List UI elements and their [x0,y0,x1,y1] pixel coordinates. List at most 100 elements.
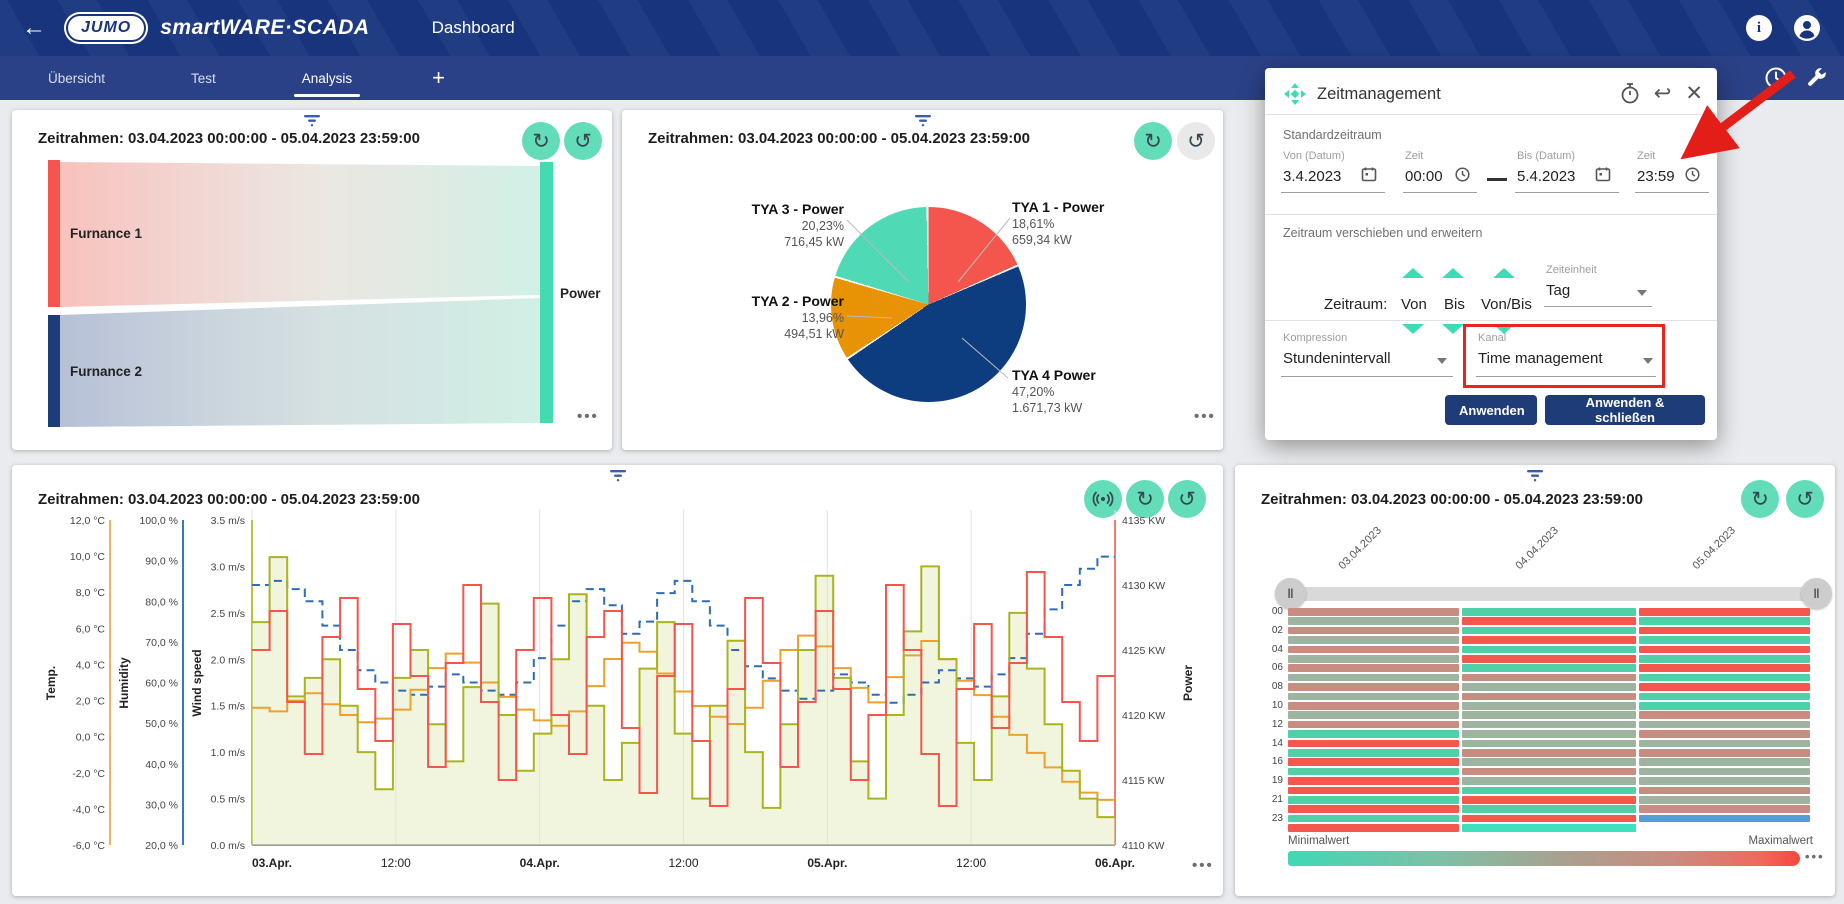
heatmap-cell[interactable] [1288,646,1459,654]
heatmap-cell[interactable] [1462,815,1636,823]
heatmap-cell[interactable] [1288,768,1459,776]
heatmap-cell[interactable] [1288,608,1459,616]
pie-chart[interactable] [831,207,1026,402]
history-button[interactable]: ↺ [1177,122,1215,160]
close-icon[interactable]: ✕ [1685,83,1703,104]
heatmap-cell[interactable] [1639,636,1810,644]
timer-icon[interactable] [1620,82,1640,104]
heatmap-cell[interactable] [1639,646,1810,654]
heatmap-cell[interactable] [1462,646,1636,654]
heatmap-cell[interactable] [1288,824,1459,832]
refresh-button[interactable]: ↻ [1134,122,1172,160]
info-icon[interactable]: i [1746,15,1772,41]
heatmap-cell[interactable] [1462,664,1636,672]
heatmap-cell[interactable] [1288,674,1459,682]
heatmap-cell[interactable] [1288,749,1459,757]
heatmap-cell[interactable] [1462,711,1636,719]
shift-vonbis-up-button[interactable] [1493,268,1515,278]
heatmap-cell[interactable] [1462,617,1636,625]
heatmap-cell[interactable] [1288,787,1459,795]
clock-icon[interactable] [1685,167,1700,182]
heatmap-cell[interactable] [1639,664,1810,672]
shift-von-up-button[interactable] [1402,268,1424,278]
filter-icon[interactable] [912,113,934,127]
heatmap-cell[interactable] [1639,796,1810,804]
kanal-select[interactable]: Time management [1478,350,1603,367]
heatmap-cell[interactable] [1462,627,1636,635]
calendar-icon[interactable] [1361,166,1377,182]
refresh-button[interactable]: ↻ [1741,480,1779,518]
bis-zeit-input[interactable]: 23:59 [1637,168,1675,185]
range-slider-handle-right[interactable]: ‖ [1801,578,1832,609]
heatmap-cell[interactable] [1288,664,1459,672]
bis-datum-input[interactable]: 5.4.2023 [1517,168,1575,185]
apply-button[interactable]: Anwenden [1445,395,1537,425]
chevron-down-icon[interactable] [1637,290,1647,296]
heatmap-cell[interactable] [1288,683,1459,691]
heatmap-cell[interactable] [1288,777,1459,785]
tab-analysis[interactable]: Analysis [294,56,360,100]
user-account-icon[interactable] [1794,15,1820,41]
heatmap-cell[interactable] [1462,636,1636,644]
sankey-node-power[interactable] [540,162,553,423]
heatmap-cell[interactable] [1639,693,1810,701]
heatmap-cell[interactable] [1288,617,1459,625]
heatmap-cell[interactable] [1288,711,1459,719]
heatmap-cell[interactable] [1462,683,1636,691]
heatmap-cell[interactable] [1462,730,1636,738]
heatmap-cell[interactable] [1639,740,1810,748]
heatmap-cell[interactable] [1462,805,1636,813]
heatmap-cell[interactable] [1639,711,1810,719]
range-slider-track[interactable] [1288,587,1817,601]
back-icon[interactable]: ← [22,14,46,42]
heatmap-cell[interactable] [1288,805,1459,813]
sankey-node-furnance2[interactable] [48,315,60,427]
heatmap-cell[interactable] [1462,721,1636,729]
sankey-node-furnance1[interactable] [48,160,60,307]
tab-test[interactable]: Test [183,56,224,100]
heatmap-cell[interactable] [1462,768,1636,776]
heatmap-cell[interactable] [1639,702,1810,710]
heatmap-cell[interactable] [1462,796,1636,804]
heatmap-cell[interactable] [1639,758,1810,766]
heatmap-cell[interactable] [1639,787,1810,795]
heatmap-cell[interactable] [1639,730,1810,738]
panel-menu-button[interactable]: ••• [1805,849,1825,864]
undo-icon[interactable]: ↩ [1654,83,1672,104]
tab-uebersicht[interactable]: Übersicht [40,56,113,100]
history-button[interactable]: ↺ [1786,480,1824,518]
heatmap-cell[interactable] [1639,683,1810,691]
heatmap-cell[interactable] [1462,693,1636,701]
heatmap-cell[interactable] [1288,758,1459,766]
shift-bis-up-button[interactable] [1442,268,1464,278]
shift-bis-down-button[interactable] [1442,324,1464,334]
heatmap-cell[interactable] [1639,617,1810,625]
panel-menu-button[interactable]: ••• [1192,857,1214,874]
heatmap-cell[interactable] [1288,740,1459,748]
heatmap-cell[interactable] [1639,627,1810,635]
heatmap-cell[interactable] [1639,674,1810,682]
kompression-select[interactable]: Stundenintervall [1283,350,1391,367]
heatmap-cell[interactable] [1462,608,1636,616]
calendar-icon[interactable] [1595,166,1611,182]
heatmap-cell[interactable] [1462,758,1636,766]
heatmap-cell[interactable] [1288,627,1459,635]
heatmap-cell[interactable] [1288,693,1459,701]
heatmap-cell[interactable] [1288,796,1459,804]
von-datum-input[interactable]: 3.4.2023 [1283,168,1341,185]
heatmap-cell[interactable] [1639,805,1810,813]
add-tab-button[interactable]: + [432,65,445,91]
heatmap-cell[interactable] [1288,636,1459,644]
heatmap-cell[interactable] [1288,730,1459,738]
heatmap-cell[interactable] [1462,740,1636,748]
heatmap-cell[interactable] [1462,824,1636,832]
heatmap-cell[interactable] [1462,702,1636,710]
heatmap-cell[interactable] [1639,608,1810,616]
apply-close-button[interactable]: Anwenden & schließen [1545,395,1705,425]
panel-menu-button[interactable]: ••• [1194,408,1216,425]
heatmap-cell[interactable] [1639,655,1810,663]
sankey-flow-furnance2[interactable] [60,298,540,427]
heatmap-cell[interactable] [1462,787,1636,795]
clock-icon[interactable] [1455,167,1470,182]
range-slider-handle-left[interactable]: ‖ [1275,578,1306,609]
